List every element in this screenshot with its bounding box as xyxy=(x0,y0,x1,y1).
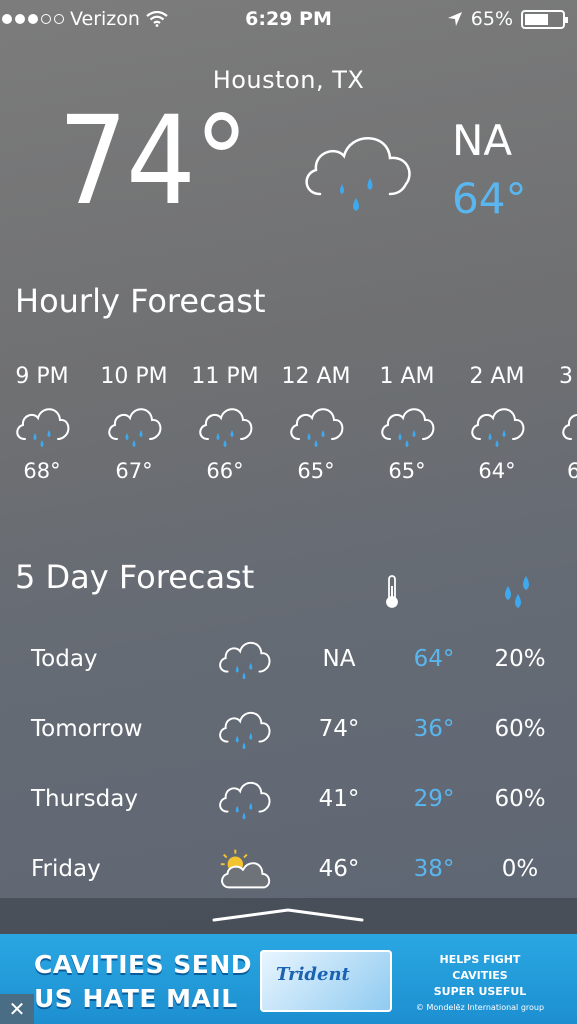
forecast-high: 41° xyxy=(318,786,360,812)
hour-time: 3 xyxy=(559,364,573,389)
forecast-day: Thursday xyxy=(31,786,138,812)
hourly-item: 9 PM 68° xyxy=(0,364,87,483)
rain-cloud-icon xyxy=(562,413,577,440)
ad-tag-2: SUPER USEFUL xyxy=(433,985,527,998)
forecast-low: 29° xyxy=(413,786,455,812)
forecast-precip: 0% xyxy=(501,856,539,882)
status-right: 65% xyxy=(447,8,568,30)
rain-cloud-icon xyxy=(471,408,525,447)
hourly-forecast-title: Hourly Forecast xyxy=(15,282,266,320)
ad-tag-1: HELPS FIGHT CAVITIES xyxy=(439,953,521,982)
ad-headline: CAVITIES SEND US HATE MAIL xyxy=(34,948,252,1016)
partly-sunny-icon xyxy=(220,849,271,889)
hour-temp: 6 xyxy=(567,459,577,483)
hour-time: 1 AM xyxy=(379,364,435,389)
ad-tag-3: © Mondelēz International group xyxy=(415,1003,545,1012)
hourly-item: 2 AM 64° xyxy=(452,364,542,483)
forecast-precip: 60% xyxy=(494,716,546,742)
hourly-item: 12 AM 65° xyxy=(271,364,361,483)
current-temperature: 74° xyxy=(58,90,249,232)
forecast-row: Thursday 41° 29° 60% xyxy=(0,776,577,826)
forecast-high: 46° xyxy=(318,856,360,882)
hour-time: 2 AM xyxy=(469,364,525,389)
rain-cloud-icon xyxy=(16,408,70,447)
brand-logo: Trident xyxy=(276,964,350,985)
forecast-high: NA xyxy=(322,646,356,672)
forecast-precip: 60% xyxy=(494,786,546,812)
rain-cloud-icon xyxy=(381,408,435,447)
raindrops-icon xyxy=(505,576,529,608)
forecast-row: Today NA 64° 20% xyxy=(0,636,577,686)
hour-time: 10 PM xyxy=(100,364,168,389)
hour-temp: 66° xyxy=(206,459,244,483)
forecast-high: 74° xyxy=(318,716,360,742)
gum-pack-image: Trident xyxy=(260,950,392,1012)
hour-temp: 67° xyxy=(115,459,153,483)
forecast-day: Tomorrow xyxy=(31,716,143,742)
five-day-forecast-title: 5 Day Forecast xyxy=(15,558,255,596)
drawer-handle-icon[interactable] xyxy=(212,904,364,924)
today-hi-lo: NA 64° xyxy=(452,112,526,228)
rain-cloud-icon xyxy=(108,408,162,447)
ad-close-button[interactable]: ✕ xyxy=(0,994,34,1024)
rain-cloud-icon xyxy=(219,781,271,820)
battery-percent: 65% xyxy=(470,8,513,30)
forecast-low: 38° xyxy=(413,856,455,882)
hour-temp: 68° xyxy=(23,459,61,483)
rain-cloud-icon xyxy=(219,711,271,750)
hourly-item: 11 PM 66° xyxy=(180,364,270,483)
rain-cloud-icon xyxy=(219,641,271,680)
rain-cloud-icon xyxy=(290,408,344,447)
hour-time: 9 PM xyxy=(15,364,69,389)
hour-temp: 64° xyxy=(478,459,516,483)
battery-icon xyxy=(521,9,568,29)
forecast-precip: 20% xyxy=(494,646,546,672)
hour-time: 12 AM xyxy=(281,364,351,389)
today-high: NA xyxy=(452,116,513,165)
location-arrow-icon xyxy=(447,12,462,26)
pull-up-drawer[interactable] xyxy=(0,898,577,934)
forecast-day: Today xyxy=(31,646,98,672)
status-bar: Verizon 6:29 PM 65% xyxy=(0,0,577,38)
ad-headline-line1: CAVITIES SEND xyxy=(34,950,253,979)
forecast-row: Tomorrow 74° 36° 60% xyxy=(0,706,577,756)
ad-tagline: HELPS FIGHT CAVITIES SUPER USEFUL © Mond… xyxy=(410,952,550,1016)
ad-banner[interactable]: CAVITIES SEND US HATE MAIL Trident HELPS… xyxy=(0,934,577,1024)
forecast-low: 36° xyxy=(413,716,455,742)
rain-cloud-icon xyxy=(305,137,411,211)
forecast-day: Friday xyxy=(31,856,101,882)
forecast-low: 64° xyxy=(413,646,455,672)
hourly-forecast-strip[interactable]: 9 PM 68° 10 PM 67° 11 PM 66° 12 AM 65° 1… xyxy=(0,364,577,514)
ad-headline-line2: US HATE MAIL xyxy=(34,984,238,1013)
hour-time: 11 PM xyxy=(191,364,259,389)
thermometer-icon xyxy=(386,575,398,608)
forecast-row: Friday 46° 38° 0% xyxy=(0,846,577,896)
hour-temp: 65° xyxy=(388,459,426,483)
today-low: 64° xyxy=(452,174,527,223)
hour-temp: 65° xyxy=(297,459,335,483)
hourly-item: 1 AM 65° xyxy=(362,364,452,483)
rain-cloud-icon xyxy=(199,408,253,447)
hourly-item: 10 PM 67° xyxy=(89,364,179,483)
hourly-item-partial: 3 6 xyxy=(543,364,577,483)
